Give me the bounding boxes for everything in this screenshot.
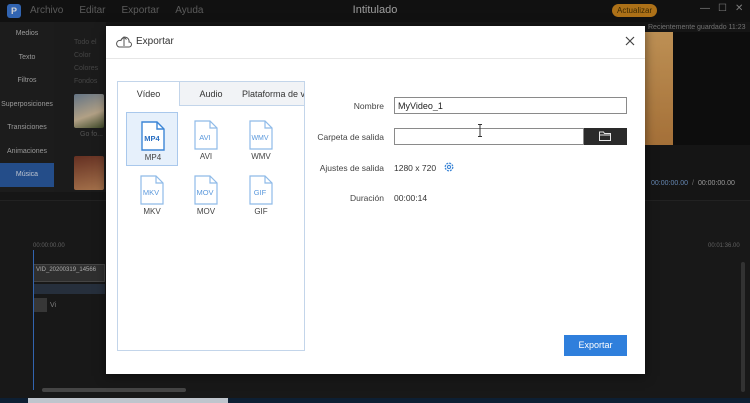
browse-folder-button[interactable] <box>584 128 627 145</box>
gear-icon[interactable] <box>443 161 455 173</box>
tab-audio[interactable]: Audio <box>180 82 242 106</box>
folder-icon <box>599 131 611 141</box>
dialog-title: Exportar <box>136 36 174 47</box>
name-input[interactable] <box>394 97 627 114</box>
format-label: GIF <box>254 207 268 216</box>
file-icon-text: AVI <box>199 133 211 142</box>
export-dialog: Exportar Vídeo Audio Plataforma de vídeo… <box>106 26 645 374</box>
format-label: MOV <box>196 207 216 216</box>
file-icon: MP4 <box>141 121 165 151</box>
file-icon: GIF <box>249 175 273 205</box>
output-settings-label: Ajustes de salida <box>319 163 384 173</box>
format-wmv[interactable]: WMV WMV <box>235 112 287 166</box>
format-mkv[interactable]: MKV MKV <box>126 167 178 221</box>
tab-video-platform[interactable]: Plataforma de vídeo <box>242 82 304 106</box>
dialog-header: Exportar <box>106 26 645 58</box>
format-label: MKV <box>143 207 161 216</box>
export-icon <box>116 36 132 48</box>
dialog-divider <box>106 58 645 59</box>
file-icon: MKV <box>140 175 164 205</box>
tab-video[interactable]: Vídeo <box>118 82 180 106</box>
format-label: MP4 <box>144 153 162 162</box>
format-avi[interactable]: AVI AVI <box>180 112 232 166</box>
file-icon: WMV <box>249 120 273 150</box>
format-panel: Vídeo Audio Plataforma de vídeo MP4 MP4 … <box>117 81 305 351</box>
file-icon-text: MOV <box>196 188 213 197</box>
file-icon: MOV <box>194 175 218 205</box>
format-label: WMV <box>251 152 271 161</box>
duration-value: 00:00:14 <box>394 193 428 203</box>
name-label: Nombre <box>353 101 384 111</box>
text-cursor-icon <box>478 124 482 137</box>
format-label: AVI <box>199 152 213 161</box>
format-tabs: Vídeo Audio Plataforma de vídeo <box>118 82 304 106</box>
file-icon-text: GIF <box>254 188 267 197</box>
output-folder-label: Carpeta de salida <box>317 132 384 142</box>
file-icon-text: MP4 <box>144 134 160 143</box>
format-mov[interactable]: MOV MOV <box>180 167 232 221</box>
resolution-value: 1280 x 720 <box>394 163 437 173</box>
duration-label: Duración <box>349 193 384 203</box>
close-icon[interactable] <box>622 33 638 49</box>
app-window: P Archivo Editar Exportar Ayuda Intitula… <box>0 0 750 403</box>
format-mp4[interactable]: MP4 MP4 <box>126 112 178 166</box>
format-gif[interactable]: GIF GIF <box>235 167 287 221</box>
file-icon-text: MKV <box>143 188 159 197</box>
file-icon-text: WMV <box>251 135 268 142</box>
export-button[interactable]: Exportar <box>564 335 627 356</box>
output-folder-input[interactable] <box>394 128 584 145</box>
file-icon: AVI <box>194 120 218 150</box>
